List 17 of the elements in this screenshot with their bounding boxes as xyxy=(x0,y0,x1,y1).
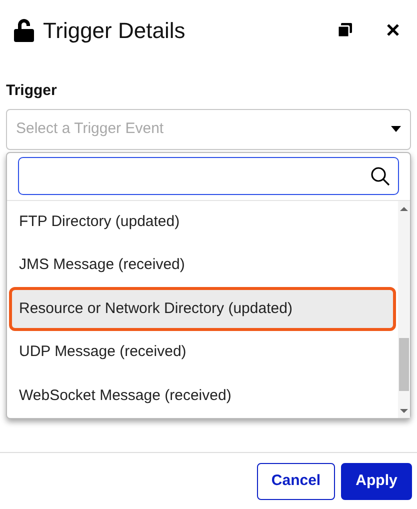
option-item[interactable]: JMS Message (received) xyxy=(9,244,396,288)
option-item[interactable]: Resource or Network Directory (updated) xyxy=(9,287,396,331)
trigger-label: Trigger xyxy=(6,81,58,101)
close-icon[interactable] xyxy=(387,24,399,36)
option-item[interactable]: FTP Directory (updated) xyxy=(9,200,396,244)
unlocked-padlock-icon xyxy=(13,18,35,42)
apply-button[interactable]: Apply xyxy=(341,462,412,500)
option-item[interactable]: WebSocket Message (received) xyxy=(9,374,396,418)
caret-icon xyxy=(391,126,401,132)
search-icon xyxy=(370,166,390,186)
cancel-button[interactable]: Cancel xyxy=(257,462,335,500)
scrollbar-thumb[interactable] xyxy=(399,338,409,390)
option-item[interactable]: UDP Message (received) xyxy=(9,330,396,374)
dialog-title: Trigger Details xyxy=(43,16,186,45)
scrollbar[interactable] xyxy=(398,200,410,418)
restore-windows-icon[interactable] xyxy=(337,22,353,38)
search-field[interactable] xyxy=(18,156,399,194)
